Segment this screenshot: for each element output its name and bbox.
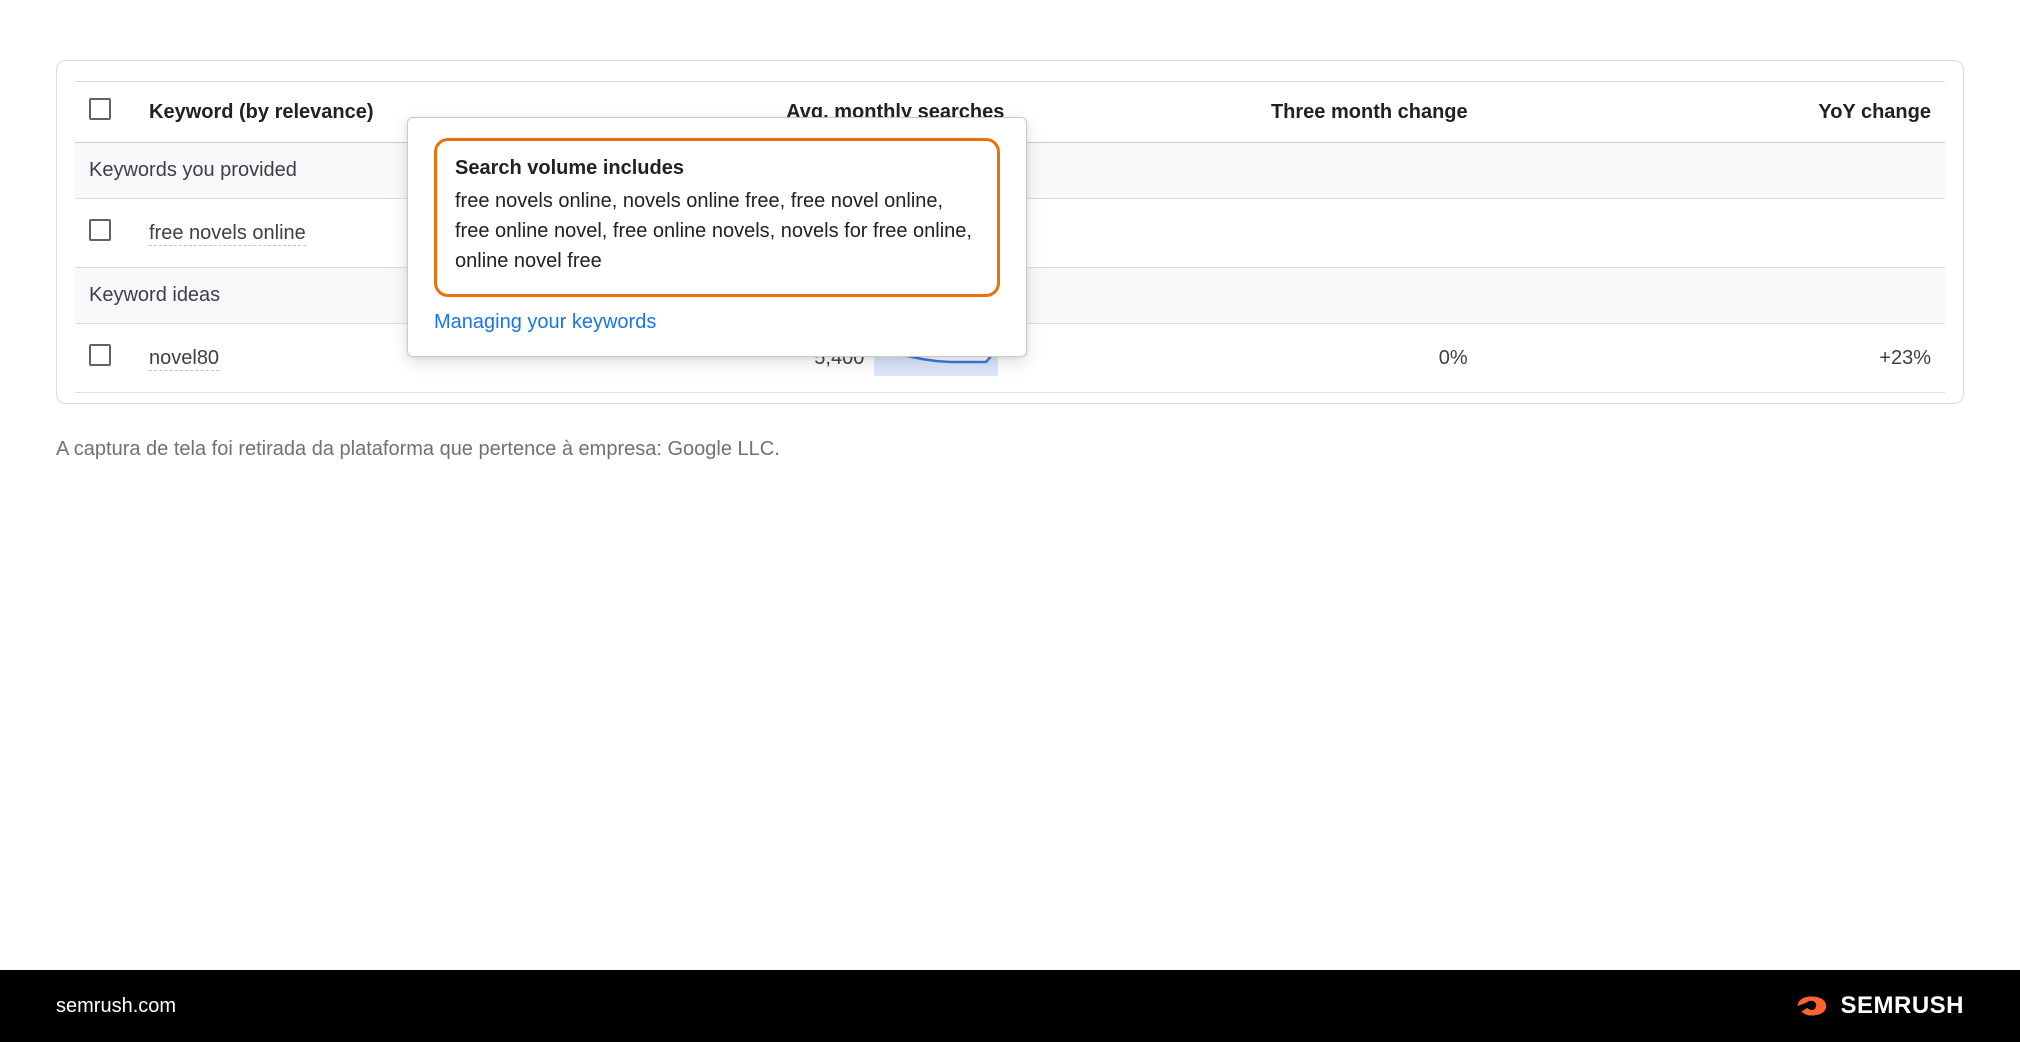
select-all-checkbox[interactable]: [89, 98, 111, 120]
three-month-cell: 0%: [1018, 324, 1481, 393]
row-checkbox[interactable]: [89, 219, 111, 241]
keyword-table-card: Keyword (by relevance) Avg. monthly sear…: [56, 60, 1964, 404]
brand-text: SEMRUSH: [1840, 992, 1964, 1020]
managing-keywords-link[interactable]: Managing your keywords: [434, 311, 656, 333]
main-content: Keyword (by relevance) Avg. monthly sear…: [0, 0, 2020, 970]
header-three-month[interactable]: Three month change: [1018, 82, 1481, 143]
search-volume-popover: Search volume includes free novels onlin…: [407, 117, 1027, 357]
footer-site: semrush.com: [56, 995, 176, 1018]
three-month-cell: [1018, 199, 1481, 268]
popover-body: free novels online, novels online free, …: [455, 186, 979, 276]
semrush-logo-icon: [1792, 987, 1830, 1025]
header-yoy[interactable]: YoY change: [1482, 82, 1945, 143]
brand: SEMRUSH: [1792, 987, 1964, 1025]
header-checkbox-cell: [75, 82, 135, 143]
caption-text: A captura de tela foi retirada da plataf…: [56, 438, 1964, 461]
row-checkbox[interactable]: [89, 344, 111, 366]
popover-highlight-box: Search volume includes free novels onlin…: [434, 138, 1000, 297]
row-checkbox-cell: [75, 199, 135, 268]
yoy-cell: +23%: [1482, 324, 1945, 393]
yoy-cell: [1482, 199, 1945, 268]
row-checkbox-cell: [75, 324, 135, 393]
footer-bar: semrush.com SEMRUSH: [0, 970, 2020, 1042]
popover-title: Search volume includes: [455, 157, 979, 180]
